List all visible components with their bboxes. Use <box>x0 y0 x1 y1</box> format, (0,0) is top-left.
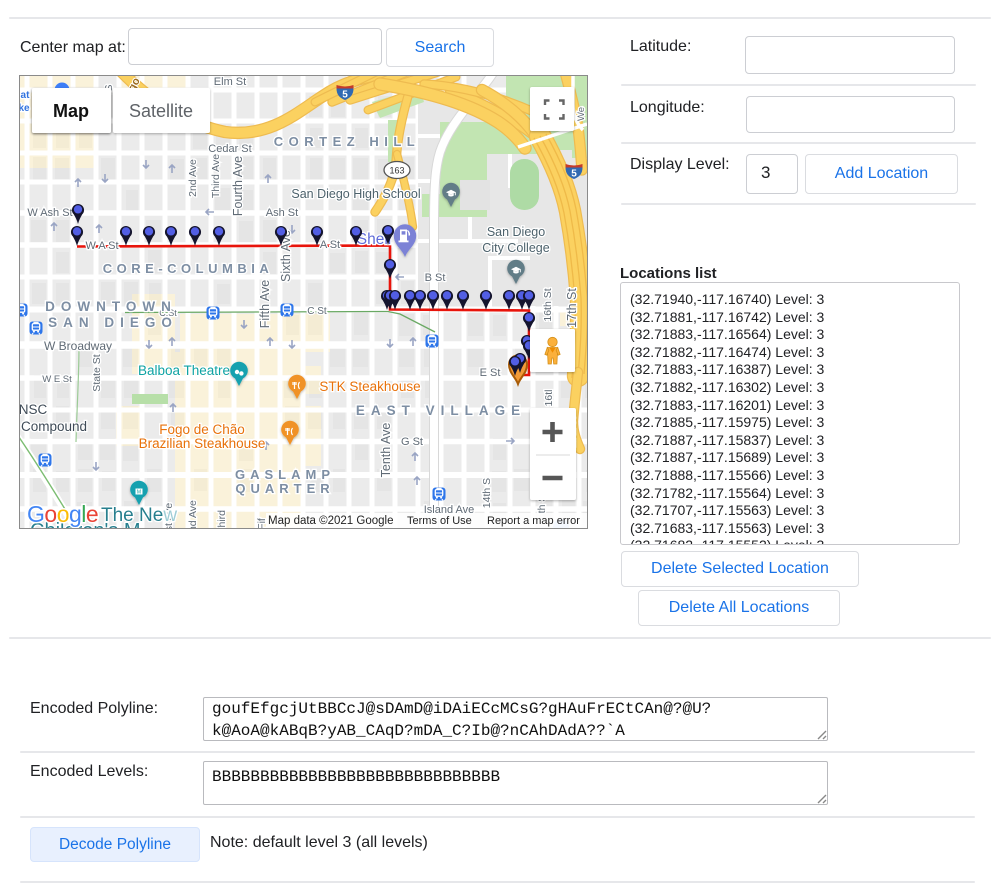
svg-text:W A St: W A St <box>85 240 118 252</box>
svg-text:G St: G St <box>401 436 423 448</box>
svg-text:16tl: 16tl <box>543 390 555 407</box>
svg-text:2nd Ave: 2nd Ave <box>187 500 199 528</box>
svg-text:W E St: W E St <box>42 374 72 385</box>
svg-text:Third Ave: Third Ave <box>210 154 222 198</box>
svg-text:163: 163 <box>389 166 404 176</box>
svg-text:Third: Third <box>216 510 228 528</box>
svg-text:W Ash St: W Ash St <box>27 207 72 219</box>
svg-text:Satellite: Satellite <box>129 101 193 121</box>
svg-text:Map data ©2021 Google: Map data ©2021 Google <box>268 515 393 527</box>
svg-text:Fogo de Chão: Fogo de Chão <box>159 422 245 437</box>
svg-text:We: We <box>576 107 587 121</box>
svg-text:A St: A St <box>320 239 340 251</box>
svg-text:CORTEZ HILL: CORTEZ HILL <box>274 134 420 149</box>
svg-text:Terms of Use: Terms of Use <box>407 515 472 527</box>
svg-text:Brazilian Steakhouse: Brazilian Steakhouse <box>139 436 266 451</box>
svg-text:2nd Ave: 2nd Ave <box>187 159 199 197</box>
svg-text:ke: ke <box>20 103 30 114</box>
svg-text:17th St: 17th St <box>565 288 579 328</box>
svg-text:14th S: 14th S <box>481 478 493 508</box>
svg-text:EAST VILLAGE: EAST VILLAGE <box>356 403 526 418</box>
svg-text:W Broadway: W Broadway <box>44 339 112 353</box>
svg-text:B St: B St <box>425 272 446 284</box>
svg-text:Fifth Ave: Fifth Ave <box>258 280 272 328</box>
svg-text:Compound: Compound <box>21 419 87 434</box>
svg-text:16th St: 16th St <box>542 288 554 321</box>
svg-text:Report a map error: Report a map error <box>487 515 580 527</box>
svg-text:at: at <box>21 90 31 101</box>
svg-text:Tenth Ave: Tenth Ave <box>379 423 393 478</box>
svg-text:Ash St: Ash St <box>266 207 298 219</box>
svg-text:NSC: NSC <box>20 402 47 417</box>
svg-text:M: M <box>137 490 141 496</box>
svg-text:QUARTER: QUARTER <box>235 481 334 496</box>
svg-text:San Diego: San Diego <box>487 225 545 239</box>
svg-text:DOWNTOWN: DOWNTOWN <box>45 299 177 314</box>
svg-text:C St: C St <box>307 306 327 317</box>
svg-text:Map: Map <box>53 101 89 121</box>
svg-text:City College: City College <box>482 241 549 255</box>
svg-text:Cedar St: Cedar St <box>208 143 251 155</box>
svg-text:SAN DIEGO: SAN DIEGO <box>48 315 178 330</box>
svg-text:CORE-COLUMBIA: CORE-COLUMBIA <box>103 261 273 276</box>
svg-text:San Diego High School: San Diego High School <box>291 187 420 201</box>
svg-text:State St: State St <box>91 354 103 391</box>
svg-text:Elm St: Elm St <box>214 76 246 88</box>
svg-text:STK Steakhouse: STK Steakhouse <box>319 379 420 394</box>
svg-text:Fourth Ave: Fourth Ave <box>231 156 245 216</box>
svg-text:E St: E St <box>480 367 501 379</box>
svg-text:Balboa Theatre: Balboa Theatre <box>138 363 230 378</box>
svg-text:GASLAMP: GASLAMP <box>235 467 335 482</box>
svg-text:Google: Google <box>27 501 98 527</box>
